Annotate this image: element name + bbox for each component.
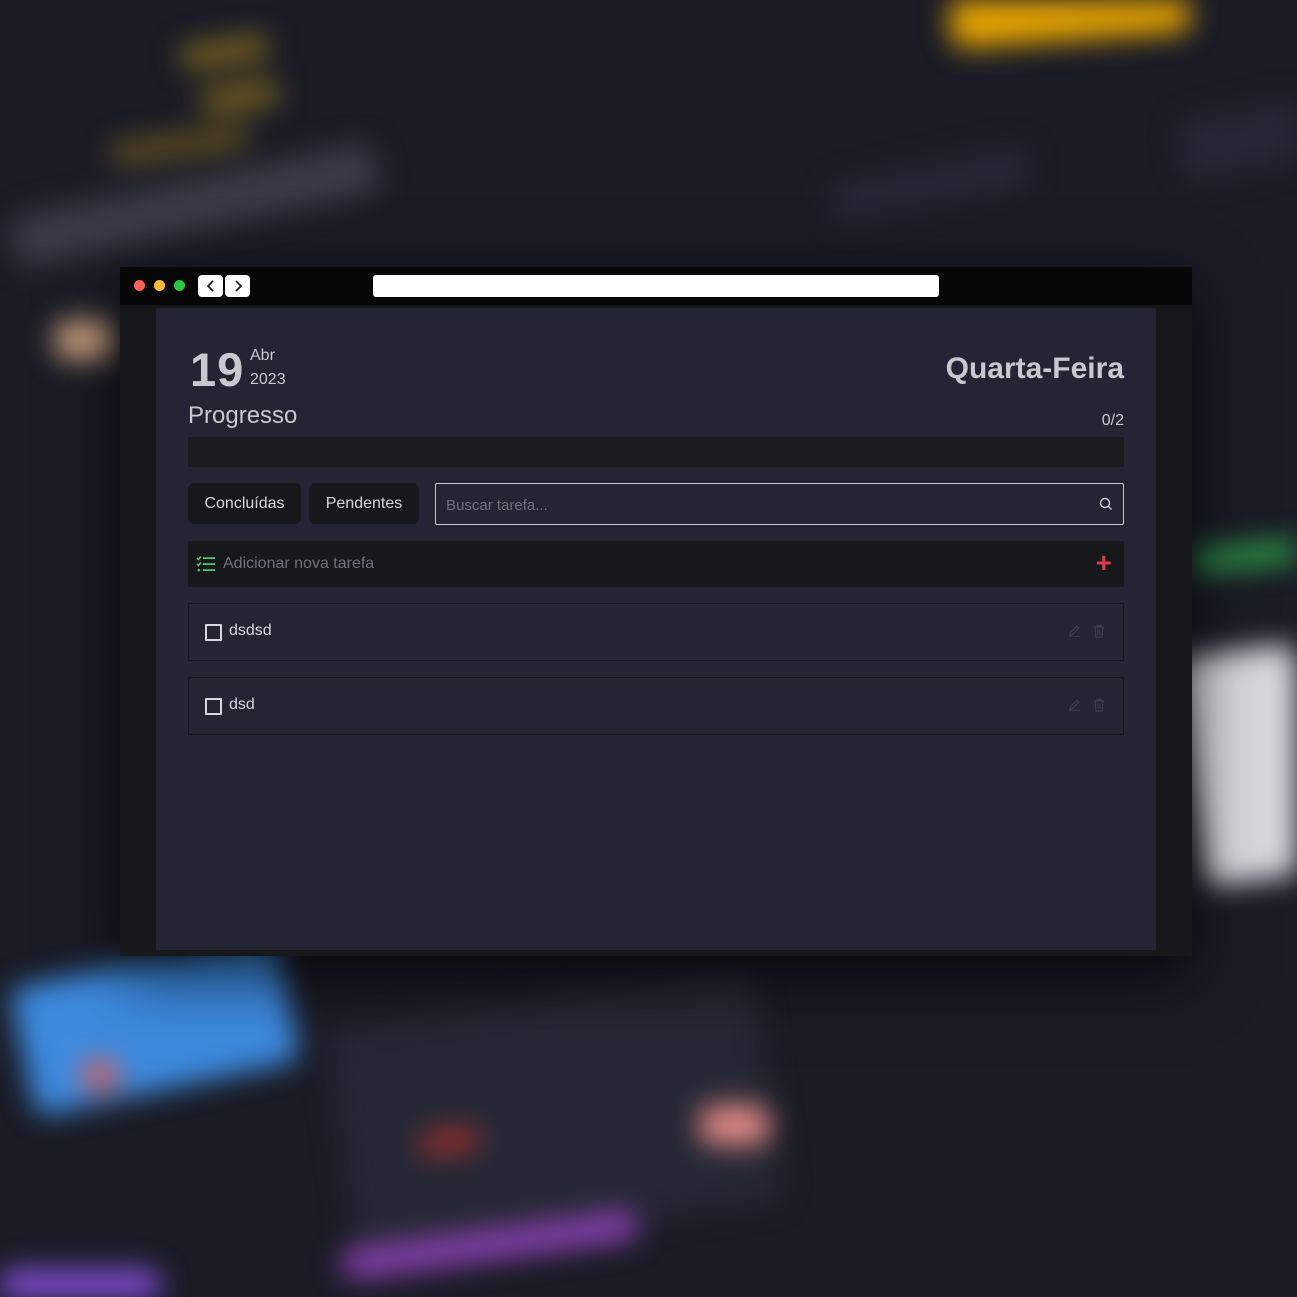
task-list-icon: [196, 556, 215, 572]
search-box: [435, 483, 1124, 526]
todo-app: 19 Abr 2023 Quarta-Feira Progresso 0/2 C…: [156, 308, 1156, 950]
forward-button[interactable]: [225, 275, 250, 297]
chevron-right-icon: [234, 280, 242, 292]
pencil-icon[interactable]: [1068, 624, 1081, 637]
date-year: 2023: [250, 371, 286, 388]
maximize-window-button[interactable]: [174, 280, 185, 291]
search-input[interactable]: [444, 484, 1088, 526]
progress-count: 0/2: [1101, 412, 1124, 429]
progress-label: Progresso: [188, 402, 298, 429]
task-checkbox[interactable]: [205, 624, 222, 641]
date-day: 19: [190, 343, 245, 396]
task-label: dsdsd: [229, 622, 272, 639]
progress-bar: [188, 437, 1124, 467]
filter-done-button[interactable]: Concluídas: [188, 483, 301, 524]
chevron-left-icon: [206, 280, 214, 292]
close-window-button[interactable]: [134, 280, 145, 291]
weekday-title: Quarta-Feira: [945, 352, 1124, 385]
minimize-window-button[interactable]: [154, 280, 165, 291]
search-icon[interactable]: [1099, 497, 1113, 511]
task-label: dsd: [229, 696, 255, 713]
date-month: Abr: [250, 347, 275, 364]
filter-pending-button[interactable]: Pendentes: [309, 483, 419, 524]
plus-icon[interactable]: +: [1096, 549, 1112, 577]
task-item: dsd: [188, 677, 1124, 735]
trash-icon[interactable]: [1093, 624, 1105, 638]
back-button[interactable]: [198, 275, 223, 297]
address-bar[interactable]: [373, 275, 939, 297]
browser-window: 19 Abr 2023 Quarta-Feira Progresso 0/2 C…: [120, 267, 1192, 956]
task-item: dsdsd: [188, 603, 1124, 661]
browser-titlebar: [120, 267, 1192, 305]
task-checkbox[interactable]: [205, 698, 222, 715]
add-task-placeholder[interactable]: Adicionar nova tarefa: [223, 555, 374, 573]
trash-icon[interactable]: [1093, 698, 1105, 712]
add-task-bar[interactable]: Adicionar nova tarefa +: [188, 541, 1124, 587]
pencil-icon[interactable]: [1068, 698, 1081, 711]
